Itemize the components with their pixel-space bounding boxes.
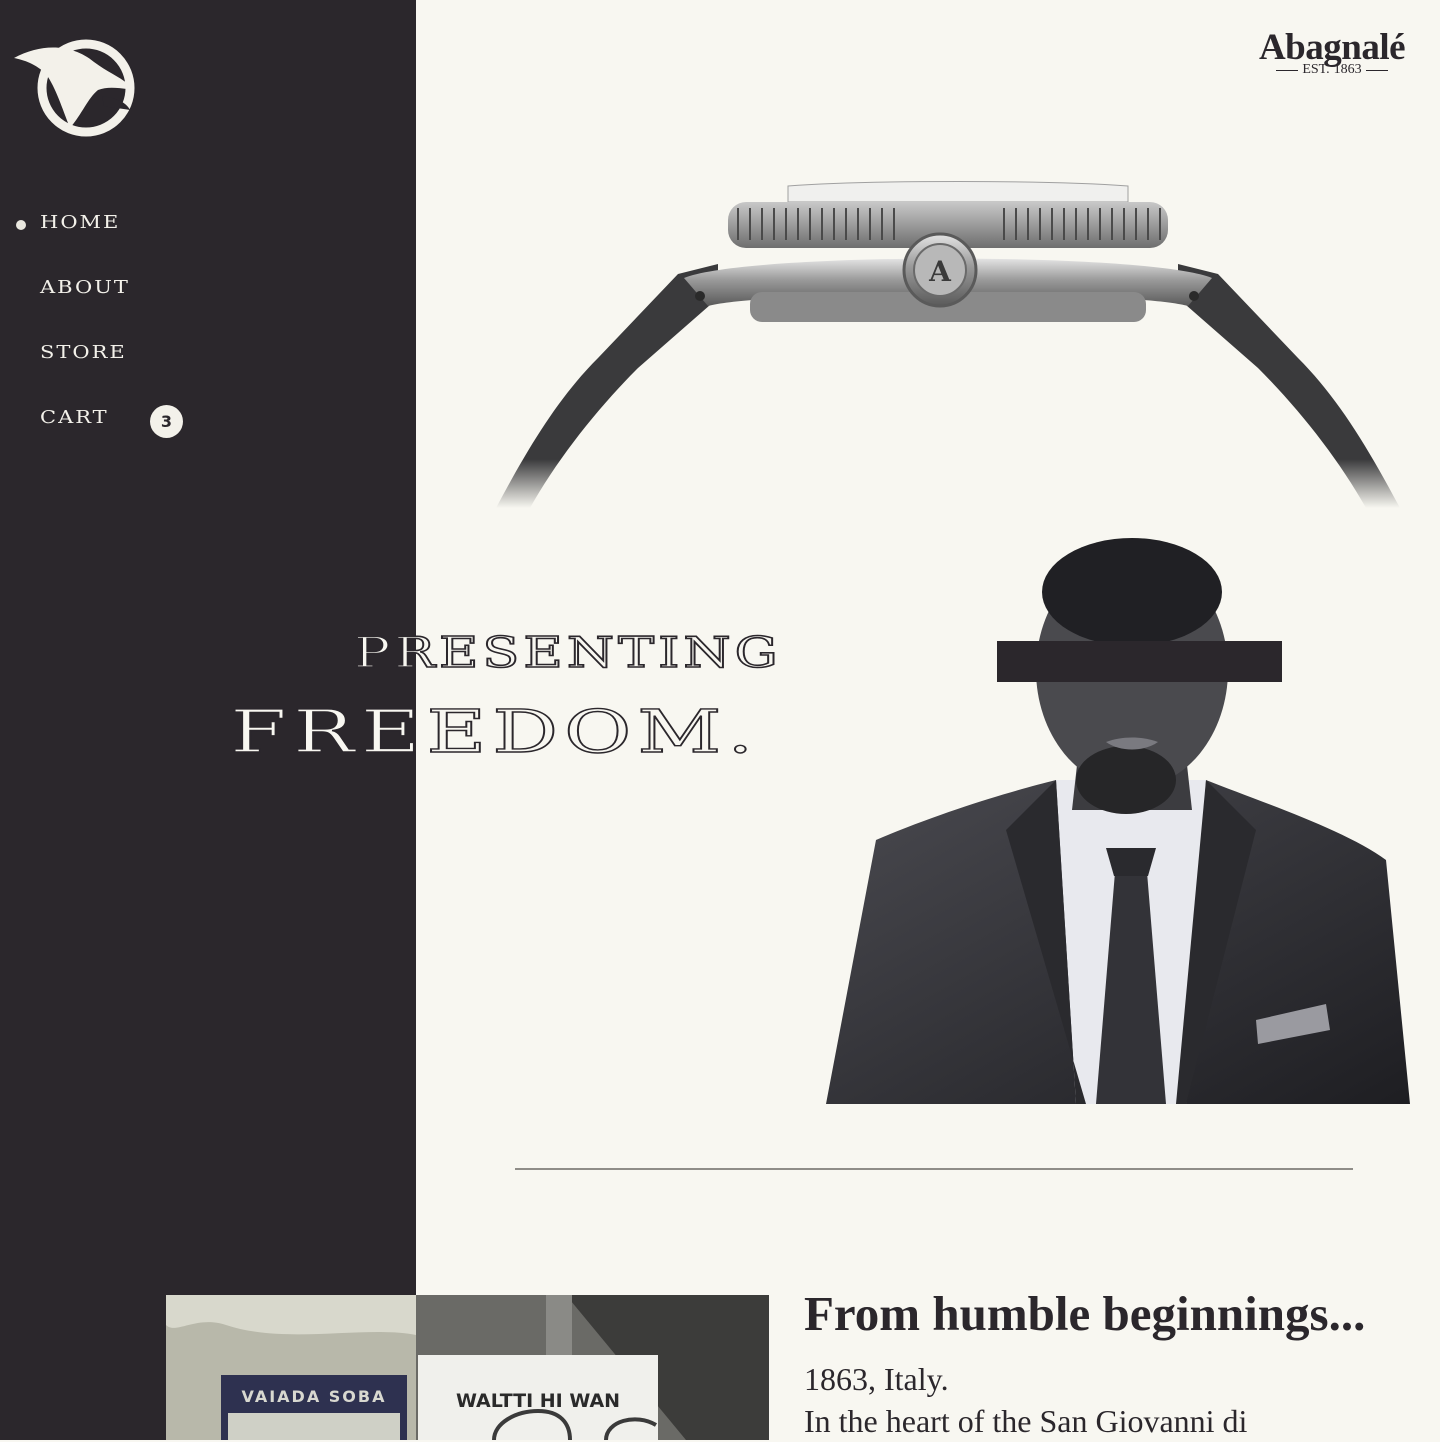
story-title: From humble beginnings... [804,1286,1366,1341]
censor-bar [997,641,1282,682]
nav-item-cart[interactable]: CART [40,407,109,427]
section-divider [515,1168,1353,1170]
crown-letter: A [928,255,952,288]
active-indicator-dot [16,220,26,230]
brand-est-year: 1863 [1333,62,1362,77]
brand-est-label: EST. [1302,62,1330,77]
nav-item-home[interactable]: HOME [40,212,120,232]
storefront-sign-left: VAIADA SOBA [242,1387,387,1406]
cart-count-badge[interactable]: 3 [150,405,183,438]
story-line-1: 1863, Italy. [804,1361,949,1397]
historic-storefront-photo: VAIADA SOBA WALTTI HI WAN [166,1295,769,1440]
story-line-2: In the heart of the San Giovanni di [804,1403,1248,1439]
watch-product-image: A [496,181,1400,508]
nav-item-store[interactable]: STORE [40,342,127,362]
nav-item-about[interactable]: ABOUT [40,277,130,297]
model-photo [826,538,1410,1104]
brand-name: Abagnalé [1258,27,1406,68]
brand-logo[interactable]: Abagnalé EST. 1863 [1256,26,1408,78]
bird-logo-icon[interactable] [12,38,140,140]
hero-line-presenting: PRESENTING [353,627,782,678]
storefront-sign-right: WALTTI HI WAN [456,1390,620,1412]
story-section: From humble beginnings... 1863, Italy. I… [804,1284,1424,1442]
hero-line-freedom: FREEDOM. [229,697,760,767]
